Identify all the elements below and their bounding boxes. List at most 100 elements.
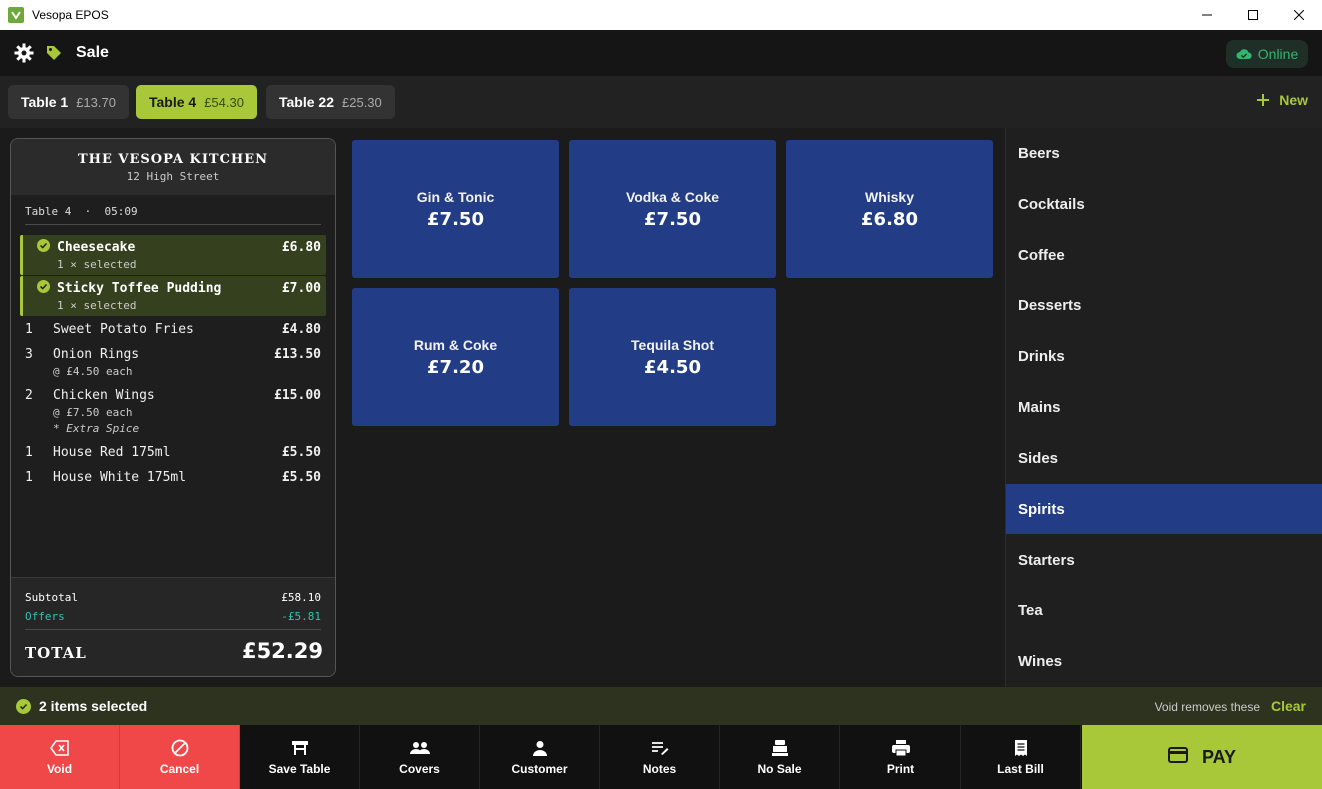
gear-icon xyxy=(14,43,34,63)
app-logo-icon xyxy=(8,7,24,23)
selection-count: 2 items selected xyxy=(39,698,148,714)
category-coffee[interactable]: Coffee xyxy=(1006,230,1322,280)
shop-name: THE VESOPA KITCHEN xyxy=(77,152,268,167)
no-sale-label: No Sale xyxy=(757,761,802,776)
receipt-totals: Subtotal £58.10 Offers -£5.81 TOTAL £52.… xyxy=(11,577,335,676)
line-selected-note: 1 × selected xyxy=(57,258,137,271)
category-wines[interactable]: Wines xyxy=(1006,636,1322,686)
category-drinks[interactable]: Drinks xyxy=(1006,331,1322,381)
cash-register-icon xyxy=(771,739,789,757)
close-button[interactable] xyxy=(1276,0,1322,30)
sale-tag-icon xyxy=(46,45,62,61)
category-spirits[interactable]: Spirits xyxy=(1006,484,1322,534)
receipt-table: Table 4 xyxy=(25,205,72,218)
product-price: £7.50 xyxy=(644,208,701,230)
category-mains[interactable]: Mains xyxy=(1006,382,1322,432)
minimize-icon xyxy=(1202,14,1212,16)
window-title: Vesopa EPOS xyxy=(32,8,109,22)
line-price: £4.80 xyxy=(281,322,321,337)
tab-table-1[interactable]: Table 1 £13.70 xyxy=(8,85,129,119)
cancel-button[interactable]: Cancel xyxy=(120,725,240,789)
line-name: Sweet Potato Fries xyxy=(53,322,194,337)
product-name: Gin & Tonic xyxy=(416,188,495,205)
settings-button[interactable] xyxy=(14,43,34,63)
online-status-badge: Online xyxy=(1226,40,1308,68)
product-name: Rum & Coke xyxy=(413,336,498,353)
selected-order-line[interactable]: Cheesecake £6.80 1 × selected xyxy=(20,235,326,275)
maximize-icon xyxy=(1248,10,1258,20)
receipt-divider xyxy=(25,224,321,225)
void-button[interactable]: Void xyxy=(0,725,120,789)
tab-name: Table 4 xyxy=(149,94,197,110)
action-bar: Void Cancel Save Table Covers Customer N… xyxy=(0,725,1322,789)
line-qty: 3 xyxy=(25,347,33,362)
line-qty: 1 xyxy=(25,322,33,337)
check-circle-icon xyxy=(37,239,50,252)
void-label: Void xyxy=(46,761,73,776)
minimize-button[interactable] xyxy=(1184,0,1230,30)
product-name: Whisky xyxy=(864,188,914,205)
line-name: House Red 175ml xyxy=(53,445,171,460)
category-sides[interactable]: Sides xyxy=(1006,433,1322,483)
product-button-vodka-coke[interactable]: Vodka & Coke £7.50 xyxy=(569,140,776,278)
close-icon xyxy=(1294,10,1304,20)
no-sale-button[interactable]: No Sale xyxy=(720,725,840,789)
product-button-gin-tonic[interactable]: Gin & Tonic £7.50 xyxy=(352,140,559,278)
line-name: Onion Rings xyxy=(53,347,140,362)
clear-selection-button[interactable]: Clear xyxy=(1271,698,1306,714)
category-starters[interactable]: Starters xyxy=(1006,535,1322,585)
total-label: TOTAL xyxy=(25,644,87,662)
product-price: £4.50 xyxy=(644,356,701,378)
line-name: Cheesecake xyxy=(57,240,136,255)
page-title: Sale xyxy=(76,44,109,61)
window-titlebar: Vesopa EPOS xyxy=(0,0,1322,30)
tab-name: Table 22 xyxy=(279,94,334,110)
customer-button[interactable]: Customer xyxy=(480,725,600,789)
product-button-tequila-shot[interactable]: Tequila Shot £4.50 xyxy=(569,288,776,426)
product-button-whisky[interactable]: Whisky £6.80 xyxy=(786,140,993,278)
category-desserts[interactable]: Desserts xyxy=(1006,280,1322,330)
category-tea[interactable]: Tea xyxy=(1006,585,1322,635)
table-tabs-bar: Table 1 £13.70 Table 4 £54.30 Table 22 £… xyxy=(0,76,1322,128)
line-price: £5.50 xyxy=(281,445,321,460)
check-circle-icon xyxy=(37,280,50,293)
notes-button[interactable]: Notes xyxy=(600,725,720,789)
line-price: £6.80 xyxy=(281,240,321,255)
line-name: Sticky Toffee Pudding xyxy=(57,281,222,296)
check-circle-icon xyxy=(16,698,31,714)
print-button[interactable]: Print xyxy=(841,725,961,789)
people-icon xyxy=(409,739,430,757)
notes-label: Notes xyxy=(642,761,677,776)
pay-button[interactable]: PAY xyxy=(1082,725,1322,789)
product-name: Vodka & Coke xyxy=(625,188,720,205)
maximize-button[interactable] xyxy=(1230,0,1276,30)
notes-icon xyxy=(651,739,669,757)
product-name: Tequila Shot xyxy=(631,336,714,353)
offers-label: Offers xyxy=(25,610,65,623)
covers-button[interactable]: Covers xyxy=(360,725,480,789)
line-price: £15.00 xyxy=(274,388,321,403)
card-icon xyxy=(1167,746,1188,768)
receipt-time: 05:09 xyxy=(104,205,138,218)
line-qty: 1 xyxy=(25,445,33,460)
selected-order-line[interactable]: Sticky Toffee Pudding £7.00 1 × selected xyxy=(20,276,326,316)
product-button-rum-coke[interactable]: Rum & Coke £7.20 xyxy=(352,288,559,426)
pay-label: PAY xyxy=(1201,746,1237,767)
tab-name: Table 1 xyxy=(21,94,69,110)
line-price: £7.00 xyxy=(281,281,321,296)
last-bill-button[interactable]: Last Bill xyxy=(961,725,1081,789)
save-table-button[interactable]: Save Table xyxy=(240,725,360,789)
totals-divider xyxy=(25,629,321,630)
new-table-button[interactable]: New xyxy=(1257,92,1308,108)
receipt-icon xyxy=(1014,739,1028,757)
tab-table-4[interactable]: Table 4 £54.30 xyxy=(136,85,257,119)
category-cocktails[interactable]: Cocktails xyxy=(1006,179,1322,229)
category-beers[interactable]: Beers xyxy=(1006,128,1322,178)
customer-label: Customer xyxy=(511,761,568,776)
tab-table-22[interactable]: Table 22 £25.30 xyxy=(266,85,395,119)
line-unit-price: @ £7.50 each xyxy=(53,406,133,419)
product-price: £7.20 xyxy=(427,356,484,378)
cancel-label: Cancel xyxy=(159,761,200,776)
receipt-header: THE VESOPA KITCHEN 12 High Street xyxy=(11,139,335,195)
category-list: Beers Cocktails Coffee Desserts Drinks M… xyxy=(1005,128,1322,687)
